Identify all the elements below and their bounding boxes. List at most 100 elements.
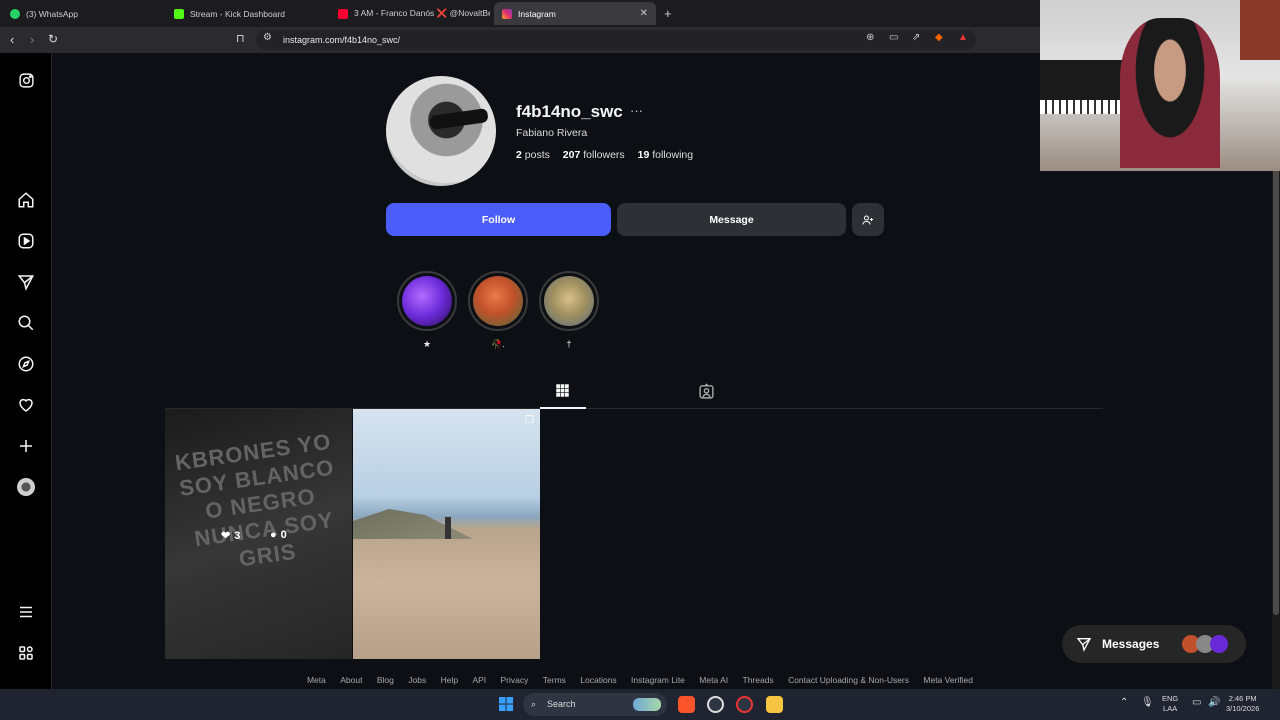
tab-tagged[interactable] xyxy=(698,383,715,405)
menu-icon[interactable] xyxy=(16,602,36,622)
footer-link[interactable]: Threads xyxy=(743,675,774,685)
tab-posts[interactable] xyxy=(555,383,570,403)
windows-start-icon[interactable] xyxy=(499,697,514,717)
share-icon[interactable]: ⇗ xyxy=(912,32,920,43)
carousel-icon: ❐ xyxy=(525,415,534,426)
grid-icon xyxy=(556,384,569,397)
footer-link[interactable]: Contact Uploading & Non-Users xyxy=(788,675,909,685)
site-info-icon[interactable]: ⚙ xyxy=(263,32,272,43)
post-1[interactable]: KBRONES YO SOY BLANCO O NEGRO NUNCA SOY … xyxy=(165,409,352,659)
message-button[interactable]: Message xyxy=(617,203,846,236)
heart-icon[interactable] xyxy=(16,395,36,415)
reload-icon[interactable]: ↻ xyxy=(48,32,58,46)
create-icon[interactable] xyxy=(16,436,36,456)
highlight-label: † xyxy=(566,339,572,349)
profile-username: f4b14no_swc xyxy=(516,102,623,121)
footer-link[interactable]: Locations xyxy=(580,675,616,685)
url-text: instagram.com/f4b14no_swc/ xyxy=(283,35,401,45)
post-1-comments: ● 0 xyxy=(270,529,287,541)
taskbar-search-label: Search xyxy=(547,699,576,709)
clock-time: 2:46 PM xyxy=(1228,694,1257,703)
instagram-icon[interactable] xyxy=(16,70,36,90)
forward-icon[interactable]: › xyxy=(30,32,34,47)
profile-avatar[interactable] xyxy=(16,477,36,497)
brave-rewards-icon[interactable]: ▲ xyxy=(958,32,968,43)
following-count[interactable]: 19 xyxy=(638,149,650,161)
comment-icon: ● xyxy=(270,529,277,541)
apps-icon[interactable] xyxy=(16,643,36,663)
highlight-label: 🥀. xyxy=(491,339,505,349)
bookmark-icon[interactable]: ⊓ xyxy=(236,32,245,45)
tab-whatsapp[interactable]: (3) WhatsApp xyxy=(2,2,164,25)
search-icon[interactable] xyxy=(16,313,36,333)
footer-link[interactable]: Blog xyxy=(377,675,394,685)
more-options-icon[interactable]: ··· xyxy=(630,103,643,118)
whatsapp-icon xyxy=(10,8,20,19)
comments-count: 0 xyxy=(280,529,287,541)
post-2[interactable]: ❐ xyxy=(353,409,540,659)
footer-link[interactable]: API xyxy=(472,675,486,685)
taskbar-search[interactable]: ⌕ Search xyxy=(523,693,667,716)
followers-count[interactable]: 207 xyxy=(563,149,581,161)
network-icon[interactable]: ▭ xyxy=(1192,698,1201,708)
post-1-likes: ❤ 3 xyxy=(221,529,241,543)
messages-pill[interactable]: Messages xyxy=(1062,625,1246,663)
direct-icon[interactable] xyxy=(16,272,36,292)
footer-link[interactable]: Privacy xyxy=(501,675,529,685)
profile-full-name: Fabiano Rivera xyxy=(516,127,588,139)
footer-link[interactable]: Help xyxy=(441,675,458,685)
reels-icon[interactable] xyxy=(16,231,36,251)
follow-button[interactable]: Follow xyxy=(386,203,611,236)
footer-link[interactable]: Meta Verified xyxy=(923,675,973,685)
tab-kick[interactable]: Stream - Kick Dashboard xyxy=(166,2,328,25)
footer-links: Meta About Blog Jobs Help API Privacy Te… xyxy=(0,675,1280,685)
file-explorer-icon[interactable] xyxy=(766,696,783,713)
volume-icon[interactable]: 🔊 xyxy=(1208,698,1220,708)
zoom-icon[interactable]: ⊕ xyxy=(866,32,874,43)
footer-link[interactable]: Terms xyxy=(543,675,566,685)
heart-filled-icon: ❤ xyxy=(221,530,231,542)
profile-picture[interactable] xyxy=(386,76,496,186)
home-icon[interactable] xyxy=(16,190,36,210)
following-label[interactable]: following xyxy=(652,149,693,161)
language-indicator[interactable]: ENG LAA xyxy=(1162,694,1178,714)
back-icon[interactable]: ‹ xyxy=(10,32,14,47)
page-scrollbar-thumb[interactable] xyxy=(1273,160,1279,615)
highlight-1[interactable]: ★ xyxy=(397,271,457,350)
new-tab-icon[interactable]: + xyxy=(664,6,672,21)
footer-link[interactable]: Meta AI xyxy=(699,675,728,685)
brave-browser-icon[interactable] xyxy=(678,696,695,713)
active-tab-indicator xyxy=(540,407,586,409)
tab-youtube[interactable]: 3 AM - Franco Danós ❌ @NovaltBe xyxy=(330,2,490,25)
instagram-sidebar xyxy=(0,53,52,689)
microphone-icon[interactable]: 🎙 xyxy=(1141,698,1154,708)
brave-shield-icon[interactable]: ◆ xyxy=(935,32,943,43)
footer-link[interactable]: Jobs xyxy=(408,675,426,685)
posts-count: 2 xyxy=(516,149,522,161)
followers-label[interactable]: followers xyxy=(583,149,624,161)
highlight-label: ★ xyxy=(422,339,432,349)
footer-link[interactable]: About xyxy=(340,675,362,685)
suggest-user-button[interactable] xyxy=(852,203,884,236)
youtube-icon xyxy=(338,8,348,19)
likes-count: 3 xyxy=(234,529,241,542)
close-tab-icon[interactable]: ✕ xyxy=(640,8,648,19)
language-layout: LAA xyxy=(1163,704,1178,713)
kick-icon xyxy=(174,8,184,19)
footer-link[interactable]: Meta xyxy=(307,675,326,685)
tab-label: (3) WhatsApp xyxy=(26,8,78,19)
highlight-3[interactable]: † xyxy=(539,271,599,349)
tab-instagram[interactable]: Instagram ✕ xyxy=(494,2,656,25)
instagram-favicon-icon xyxy=(502,8,512,19)
footer-link[interactable]: Instagram Lite xyxy=(631,675,685,685)
obs-icon[interactable] xyxy=(736,696,753,713)
cast-icon[interactable]: ▭ xyxy=(889,32,898,43)
chatgpt-icon[interactable] xyxy=(707,696,724,713)
explore-icon[interactable] xyxy=(16,354,36,374)
tagged-icon xyxy=(699,383,714,399)
clock[interactable]: 2:46 PM 3/10/2026 xyxy=(1226,694,1259,714)
tab-label: Stream - Kick Dashboard xyxy=(190,8,285,19)
highlight-2[interactable]: 🥀. xyxy=(468,271,528,350)
direct-icon xyxy=(1076,638,1092,652)
tray-chevron-icon[interactable]: ⌃ xyxy=(1120,698,1128,708)
